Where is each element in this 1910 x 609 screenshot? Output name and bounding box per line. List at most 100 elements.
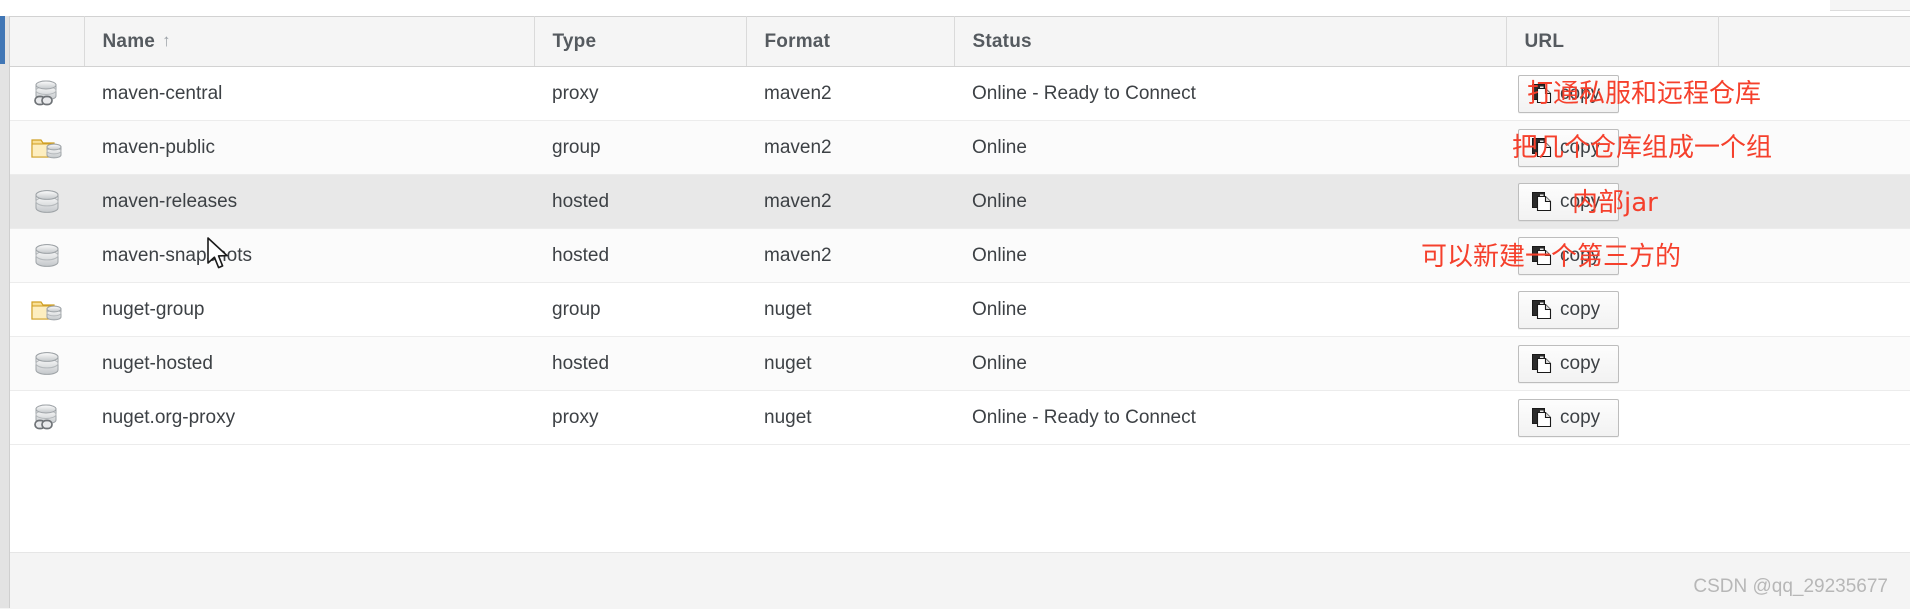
table-filler-cell bbox=[10, 444, 1910, 505]
table-header-row: Name ↑ Type Format Status URL bbox=[10, 16, 1910, 67]
page-bottom-area bbox=[10, 552, 1910, 609]
left-scrollbar-rail[interactable] bbox=[0, 16, 10, 608]
column-header-format[interactable]: Format bbox=[746, 16, 955, 67]
column-header-url[interactable]: URL bbox=[1506, 16, 1719, 67]
copy-url-button[interactable]: copy bbox=[1518, 182, 1620, 221]
copy-button-label: copy bbox=[1560, 353, 1601, 374]
row-status-cell: Online - Ready to Connect bbox=[954, 66, 1506, 121]
repository-format: nuget bbox=[764, 352, 812, 374]
database-icon bbox=[30, 189, 64, 213]
repository-format: maven2 bbox=[764, 244, 832, 266]
row-status-cell: Online bbox=[954, 282, 1506, 337]
row-icon-cell bbox=[10, 390, 84, 445]
copy-url-button[interactable]: copy bbox=[1518, 74, 1620, 113]
repository-status: Online bbox=[972, 298, 1027, 320]
copy-url-button[interactable]: copy bbox=[1518, 128, 1620, 167]
repository-type: proxy bbox=[552, 406, 599, 428]
row-url-cell: copy bbox=[1506, 174, 1718, 229]
page-top-right-notch bbox=[1830, 0, 1910, 11]
repository-format: nuget bbox=[764, 406, 812, 428]
column-header-format-label: Format bbox=[764, 30, 831, 52]
table-row[interactable]: maven-public group maven2 Online copy bbox=[10, 120, 1910, 175]
column-header-extra bbox=[1718, 16, 1910, 67]
row-status-cell: Online bbox=[954, 228, 1506, 283]
copy-url-button[interactable]: copy bbox=[1518, 344, 1620, 383]
row-url-cell: copy bbox=[1506, 120, 1718, 175]
row-name-cell[interactable]: maven-releases bbox=[84, 174, 534, 229]
table-filler-row bbox=[10, 444, 1910, 505]
repository-format: maven2 bbox=[764, 190, 832, 212]
repository-format: maven2 bbox=[764, 82, 832, 104]
row-name-cell[interactable]: maven-public bbox=[84, 120, 534, 175]
copy-button-label: copy bbox=[1560, 137, 1601, 158]
repository-type: hosted bbox=[552, 352, 610, 374]
repository-status: Online - Ready to Connect bbox=[972, 82, 1196, 104]
row-format-cell: maven2 bbox=[746, 66, 954, 121]
copy-icon bbox=[1531, 299, 1552, 321]
row-extra-cell bbox=[1718, 120, 1910, 175]
copy-icon bbox=[1531, 137, 1552, 159]
row-name-cell[interactable]: nuget-hosted bbox=[84, 336, 534, 391]
row-status-cell: Online bbox=[954, 174, 1506, 229]
repository-type: hosted bbox=[552, 244, 610, 266]
row-extra-cell bbox=[1718, 228, 1910, 283]
row-type-cell: proxy bbox=[534, 390, 746, 445]
column-header-status[interactable]: Status bbox=[954, 16, 1507, 67]
copy-url-button[interactable]: copy bbox=[1518, 290, 1620, 329]
repository-name: maven-releases bbox=[102, 190, 238, 212]
row-type-cell: hosted bbox=[534, 228, 746, 283]
column-header-type-label: Type bbox=[552, 30, 597, 52]
column-header-status-label: Status bbox=[972, 30, 1032, 52]
copy-url-button[interactable]: copy bbox=[1518, 398, 1620, 437]
row-format-cell: nuget bbox=[746, 282, 954, 337]
copy-button-label: copy bbox=[1560, 245, 1601, 266]
row-extra-cell bbox=[1718, 336, 1910, 391]
repository-type: group bbox=[552, 136, 601, 158]
repository-type: proxy bbox=[552, 82, 599, 104]
folder-database-icon bbox=[30, 137, 64, 158]
row-name-cell[interactable]: maven-snapshots bbox=[84, 228, 534, 283]
row-format-cell: maven2 bbox=[746, 228, 954, 283]
column-header-name[interactable]: Name ↑ bbox=[84, 16, 535, 67]
row-status-cell: Online - Ready to Connect bbox=[954, 390, 1506, 445]
row-name-cell[interactable]: nuget.org-proxy bbox=[84, 390, 534, 445]
row-url-cell: copy bbox=[1506, 66, 1718, 121]
row-extra-cell bbox=[1718, 174, 1910, 229]
table-row[interactable]: maven-central proxy maven2 Online - Read… bbox=[10, 66, 1910, 121]
copy-icon bbox=[1531, 83, 1552, 105]
column-header-url-label: URL bbox=[1524, 30, 1565, 52]
repository-name: maven-central bbox=[102, 82, 223, 104]
repositories-table-container: Name ↑ Type Format Status URL maven-cent… bbox=[10, 16, 1910, 608]
sort-ascending-icon: ↑ bbox=[162, 30, 171, 50]
repository-format: maven2 bbox=[764, 136, 832, 158]
repositories-table: Name ↑ Type Format Status URL maven-cent… bbox=[10, 16, 1910, 505]
repository-name: nuget-group bbox=[102, 298, 205, 320]
csdn-watermark: CSDN @qq_29235677 bbox=[1693, 576, 1888, 597]
row-icon-cell bbox=[10, 174, 84, 229]
copy-icon bbox=[1531, 245, 1552, 267]
copy-icon bbox=[1531, 407, 1552, 429]
table-header: Name ↑ Type Format Status URL bbox=[10, 16, 1910, 67]
table-row[interactable]: nuget.org-proxy proxy nuget Online - Rea… bbox=[10, 390, 1910, 445]
database-icon bbox=[30, 351, 64, 375]
row-type-cell: group bbox=[534, 120, 746, 175]
copy-button-label: copy bbox=[1560, 83, 1601, 104]
folder-database-icon bbox=[30, 299, 64, 320]
table-body: maven-central proxy maven2 Online - Read… bbox=[10, 66, 1910, 505]
table-row[interactable]: nuget-group group nuget Online copy bbox=[10, 282, 1910, 337]
row-format-cell: nuget bbox=[746, 390, 954, 445]
row-name-cell[interactable]: maven-central bbox=[84, 66, 534, 121]
row-format-cell: maven2 bbox=[746, 174, 954, 229]
row-icon-cell bbox=[10, 228, 84, 283]
column-header-type[interactable]: Type bbox=[534, 16, 747, 67]
repository-name: nuget-hosted bbox=[102, 352, 213, 374]
copy-button-label: copy bbox=[1560, 299, 1601, 320]
row-icon-cell bbox=[10, 120, 84, 175]
copy-url-button[interactable]: copy bbox=[1518, 236, 1620, 275]
table-row[interactable]: maven-snapshots hosted maven2 Online cop… bbox=[10, 228, 1910, 283]
row-name-cell[interactable]: nuget-group bbox=[84, 282, 534, 337]
left-scrollbar-thumb[interactable] bbox=[0, 16, 5, 64]
row-extra-cell bbox=[1718, 66, 1910, 121]
table-row[interactable]: maven-releases hosted maven2 Online copy bbox=[10, 174, 1910, 229]
table-row[interactable]: nuget-hosted hosted nuget Online copy bbox=[10, 336, 1910, 391]
